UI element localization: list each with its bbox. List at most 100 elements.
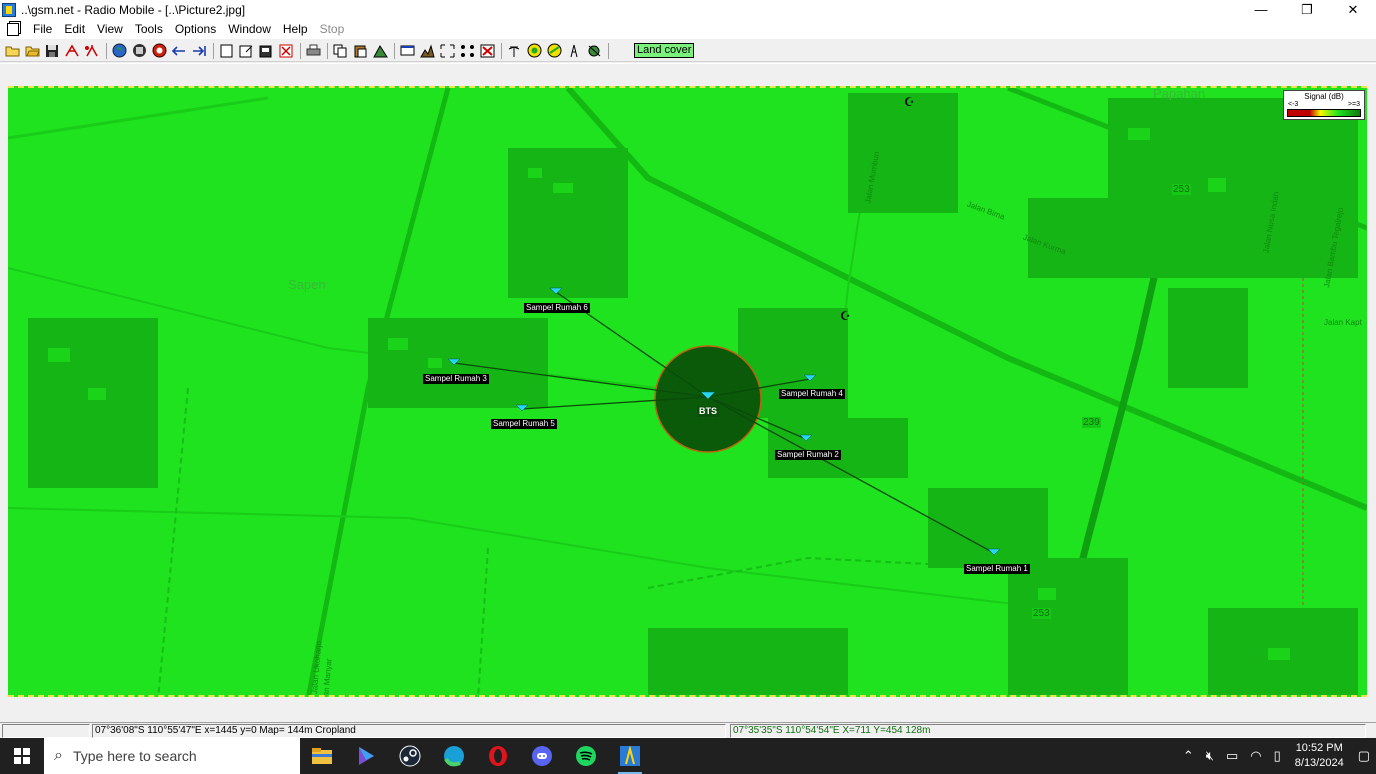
chevron-up-icon[interactable]: ⌃ [1183, 748, 1194, 764]
start-button[interactable] [0, 738, 44, 774]
unit-label-sampel-rumah-1[interactable]: Sampel Rumah 1 [964, 564, 1030, 574]
search-icon: ⌕ [54, 747, 63, 764]
status-panel-empty [2, 724, 90, 738]
edit-window-icon[interactable] [237, 42, 255, 59]
window-title: ..\gsm.net - Radio Mobile - [..\Picture2… [21, 3, 246, 17]
menu-window[interactable]: Window [222, 20, 277, 39]
media-player-icon[interactable] [344, 738, 388, 774]
radio-mobile-app-icon[interactable] [2, 3, 16, 17]
legend-title: Signal (dB) [1304, 92, 1344, 101]
arrow-left-icon[interactable] [170, 42, 188, 59]
map-roads-layer: ☪ ☪ [8, 88, 1367, 695]
minimize-button[interactable]: — [1238, 0, 1284, 20]
legend-color-bar [1287, 109, 1361, 117]
copy-window-icon[interactable] [257, 42, 275, 59]
road-number: 239 [1082, 417, 1101, 428]
toolbar-separator [300, 42, 301, 59]
edge-icon[interactable] [432, 738, 476, 774]
mosque-icon: ☪ [840, 309, 851, 323]
paste-icon[interactable] [351, 42, 369, 59]
toolbar-separator [106, 42, 107, 59]
unit-label-sampel-rumah-4[interactable]: Sampel Rumah 4 [779, 389, 845, 399]
copy-icon[interactable] [331, 42, 349, 59]
steam-icon[interactable] [388, 738, 432, 774]
road-number: 253 [1032, 608, 1051, 619]
toolbar-separator [608, 42, 609, 59]
tower-icon[interactable] [565, 42, 583, 59]
unit-label-sampel-rumah-5[interactable]: Sampel Rumah 5 [491, 419, 557, 429]
menu-view[interactable]: View [91, 20, 129, 39]
radio-icon[interactable] [545, 42, 563, 59]
device-icon[interactable]: ▯ [1274, 748, 1281, 764]
close-button[interactable]: ✕ [1330, 0, 1376, 20]
status-unit-coordinates: 07°35'35"S 110°54'54"E X=711 Y=454 128m [730, 724, 1366, 738]
find-icon[interactable] [150, 42, 168, 59]
unit-label-sampel-rumah-6[interactable]: Sampel Rumah 6 [524, 303, 590, 313]
speaker-muted-icon[interactable]: 🔇︎ [1206, 748, 1214, 764]
menu-edit[interactable]: Edit [58, 20, 91, 39]
toolbar-separator [213, 42, 214, 59]
street-label: Jalan Kapt [1324, 318, 1362, 327]
unit-label-sampel-rumah-2[interactable]: Sampel Rumah 2 [775, 450, 841, 460]
opera-icon[interactable] [476, 738, 520, 774]
window-controls: — ❐ ✕ [1238, 0, 1376, 20]
print-icon[interactable] [304, 42, 322, 59]
elevation-icon[interactable] [418, 42, 436, 59]
new-window-icon[interactable] [217, 42, 235, 59]
unit-properties-icon[interactable] [83, 42, 101, 59]
menu-tools[interactable]: Tools [129, 20, 169, 39]
wifi-icon[interactable]: ◠ [1250, 748, 1261, 764]
discord-icon[interactable] [520, 738, 564, 774]
arrow-right-icon[interactable] [190, 42, 208, 59]
coverage-icon[interactable] [525, 42, 543, 59]
file-explorer-icon[interactable] [300, 738, 344, 774]
status-bar: 07°36'08"S 110°55'47"E x=1445 y=0 Map= 1… [0, 722, 1376, 738]
menu-bar: File Edit View Tools Options Window Help… [0, 20, 1376, 54]
antenna-icon[interactable] [505, 42, 523, 59]
delete-window-icon[interactable] [277, 42, 295, 59]
signal-legend: Signal (dB) <-3 >=3 [1283, 90, 1365, 120]
clock-date: 8/13/2024 [1294, 757, 1344, 769]
network-properties-icon[interactable] [63, 42, 81, 59]
document-system-menu-icon[interactable] [7, 23, 19, 36]
mosque-icon: ☪ [904, 95, 915, 109]
toolbar-separator [501, 42, 502, 59]
coverage-map[interactable]: ☪ ☪ Sapen Papahan 253 239 253 Jalan Mumb… [8, 86, 1367, 697]
battery-icon[interactable]: ▭ [1226, 748, 1238, 764]
world-map-icon[interactable] [130, 42, 148, 59]
network-icon[interactable] [585, 42, 603, 59]
system-tray: ⌃ 🔇︎ ▭ ◠ ▯ 10:52 PM 8/13/2024 ▢ [1177, 738, 1376, 774]
land-cover-indicator[interactable]: Land cover [634, 43, 695, 58]
taskbar-clock[interactable]: 10:52 PM 8/13/2024 [1295, 741, 1344, 771]
view-icon[interactable] [398, 42, 416, 59]
taskbar-search-box[interactable]: ⌕ Type here to search [44, 738, 300, 774]
merge-icon[interactable] [371, 42, 389, 59]
open-folder-icon[interactable] [3, 42, 21, 59]
menu-options[interactable]: Options [169, 20, 222, 39]
fit-icon[interactable] [438, 42, 456, 59]
status-cursor-coordinates: 07°36'08"S 110°55'47"E x=1445 y=0 Map= 1… [92, 724, 726, 738]
place-label: Sapen [288, 277, 326, 292]
menu-stop[interactable]: Stop [314, 20, 351, 39]
radio-mobile-icon[interactable] [608, 738, 652, 774]
toolbar-separator [394, 42, 395, 59]
spotify-icon[interactable] [564, 738, 608, 774]
clear-icon[interactable] [478, 42, 496, 59]
maximize-button[interactable]: ❐ [1284, 0, 1330, 20]
points-icon[interactable] [458, 42, 476, 59]
legend-low-label: <-3 [1288, 101, 1299, 108]
clock-time: 10:52 PM [1295, 742, 1343, 754]
menu-file[interactable]: File [27, 20, 58, 39]
open-file-icon[interactable] [23, 42, 41, 59]
bts-label[interactable]: BTS [697, 406, 719, 417]
globe-icon[interactable] [110, 42, 128, 59]
legend-high-label: >=3 [1347, 101, 1360, 108]
search-placeholder: Type here to search [72, 748, 197, 764]
windows-logo-icon [14, 748, 30, 764]
place-label: Papahan [1153, 86, 1206, 101]
unit-label-sampel-rumah-3[interactable]: Sampel Rumah 3 [423, 374, 489, 384]
notification-icon[interactable]: ▢ [1358, 748, 1370, 764]
menu-help[interactable]: Help [277, 20, 314, 39]
save-icon[interactable] [43, 42, 61, 59]
road-number: 253 [1172, 184, 1191, 195]
